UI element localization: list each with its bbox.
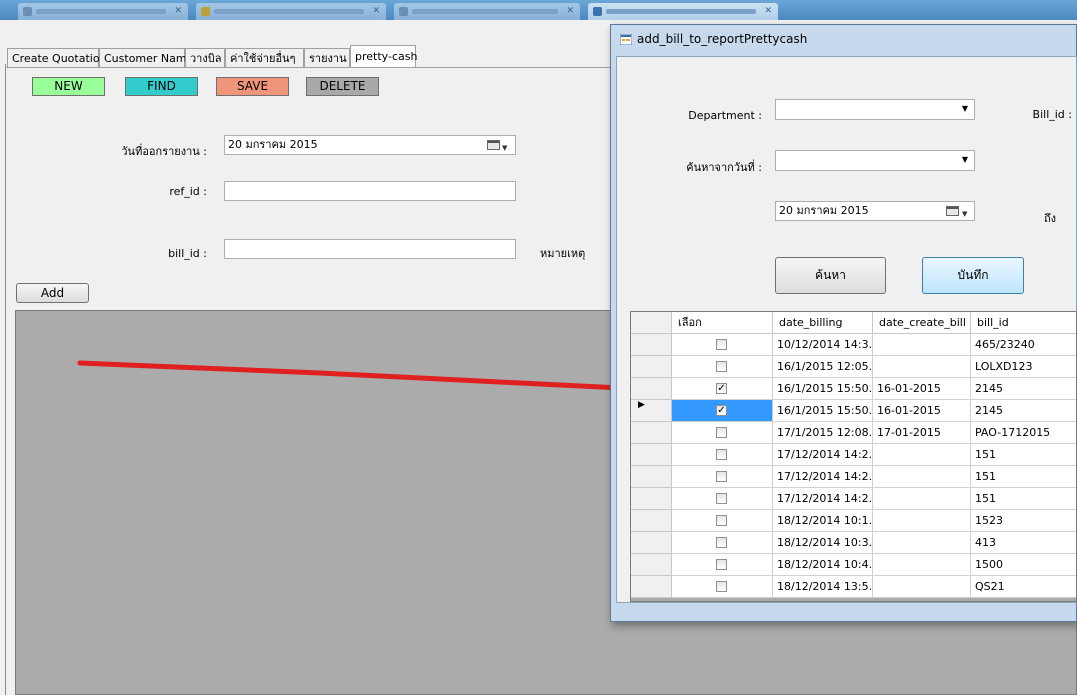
search-button[interactable]: ค้นหา bbox=[775, 257, 886, 294]
row-checkbox[interactable] bbox=[716, 537, 727, 548]
current-row-icon: ▶ bbox=[638, 400, 645, 410]
cell-bill-id[interactable]: 151 bbox=[971, 488, 1076, 510]
column-header-date-billing[interactable]: date_billing bbox=[773, 312, 873, 334]
row-header[interactable] bbox=[631, 510, 672, 532]
dialog-date-picker[interactable]: 20 มกราคม 2015 ▼ bbox=[775, 201, 975, 221]
select-cell[interactable]: ✓ bbox=[672, 378, 773, 400]
cell-date-create-bill[interactable] bbox=[873, 334, 971, 356]
department-label: Department : bbox=[688, 109, 762, 122]
row-header[interactable] bbox=[631, 334, 672, 356]
cell-date-create-bill[interactable] bbox=[873, 576, 971, 598]
cell-bill-id[interactable]: QS21 bbox=[971, 576, 1076, 598]
cell-date-create-bill[interactable] bbox=[873, 488, 971, 510]
cell-date-billing[interactable]: 16/1/2015 15:50... bbox=[773, 400, 873, 422]
cell-date-billing[interactable]: 18/12/2014 10:1... bbox=[773, 510, 873, 532]
column-header-bill-id[interactable]: bill_id bbox=[971, 312, 1076, 334]
select-cell[interactable] bbox=[672, 532, 773, 554]
to-label: ถึง bbox=[1043, 212, 1056, 225]
cell-date-create-bill[interactable] bbox=[873, 466, 971, 488]
row-checkbox[interactable] bbox=[716, 339, 727, 350]
cell-date-create-bill[interactable] bbox=[873, 554, 971, 576]
dialog-bill-id-label: Bill_id : bbox=[1032, 108, 1072, 121]
cell-bill-id[interactable]: 151 bbox=[971, 444, 1076, 466]
cell-date-create-bill[interactable]: 16-01-2015 bbox=[873, 400, 971, 422]
cell-date-create-bill[interactable] bbox=[873, 356, 971, 378]
select-cell[interactable] bbox=[672, 466, 773, 488]
save-bill-button[interactable]: บันทึก bbox=[922, 257, 1024, 294]
search-from-date-select[interactable]: ▼ bbox=[775, 150, 975, 171]
grid-corner bbox=[631, 312, 672, 334]
select-cell[interactable] bbox=[672, 576, 773, 598]
cell-date-create-bill[interactable] bbox=[873, 532, 971, 554]
row-header[interactable] bbox=[631, 576, 672, 598]
column-header-date-create-bill[interactable]: date_create_bill bbox=[873, 312, 971, 334]
window-icon bbox=[620, 34, 632, 45]
cell-date-billing[interactable]: 18/12/2014 13:5... bbox=[773, 576, 873, 598]
cell-date-create-bill[interactable] bbox=[873, 510, 971, 532]
cell-date-billing[interactable]: 17/1/2015 12:08... bbox=[773, 422, 873, 444]
dialog-title: add_bill_to_reportPrettycash bbox=[637, 32, 808, 46]
search-from-date-label: ค้นหาจากวันที่ : bbox=[686, 161, 762, 174]
row-header[interactable]: ▶ bbox=[631, 400, 672, 422]
select-cell[interactable]: ✓ bbox=[672, 400, 773, 422]
cell-date-billing[interactable]: 18/12/2014 10:3... bbox=[773, 532, 873, 554]
select-cell[interactable] bbox=[672, 510, 773, 532]
row-checkbox[interactable]: ✓ bbox=[716, 383, 727, 394]
row-header[interactable] bbox=[631, 422, 672, 444]
select-cell[interactable] bbox=[672, 554, 773, 576]
row-header[interactable] bbox=[631, 466, 672, 488]
select-cell[interactable] bbox=[672, 422, 773, 444]
cell-bill-id[interactable]: 1523 bbox=[971, 510, 1076, 532]
row-header[interactable] bbox=[631, 356, 672, 378]
cell-date-billing[interactable]: 17/12/2014 14:2... bbox=[773, 444, 873, 466]
dialog-date-value: 20 มกราคม 2015 bbox=[779, 204, 869, 217]
cell-date-billing[interactable]: 18/12/2014 10:4... bbox=[773, 554, 873, 576]
select-cell[interactable] bbox=[672, 488, 773, 510]
row-checkbox[interactable] bbox=[716, 361, 727, 372]
chevron-down-icon[interactable]: ▼ bbox=[962, 205, 967, 223]
cell-date-create-bill[interactable]: 17-01-2015 bbox=[873, 422, 971, 444]
cell-date-billing[interactable]: 17/12/2014 14:2... bbox=[773, 488, 873, 510]
cell-bill-id[interactable]: 2145 bbox=[971, 400, 1076, 422]
chevron-down-icon: ▼ bbox=[961, 104, 968, 113]
row-checkbox[interactable] bbox=[716, 471, 727, 482]
cell-date-billing[interactable]: 16/1/2015 15:50... bbox=[773, 378, 873, 400]
calendar-icon[interactable] bbox=[946, 206, 959, 216]
row-checkbox[interactable] bbox=[716, 493, 727, 504]
cell-date-billing[interactable]: 10/12/2014 14:3... bbox=[773, 334, 873, 356]
cell-date-billing[interactable]: 17/12/2014 14:2... bbox=[773, 466, 873, 488]
department-select[interactable]: ▼ bbox=[775, 99, 975, 120]
row-header[interactable] bbox=[631, 488, 672, 510]
row-checkbox[interactable] bbox=[716, 581, 727, 592]
cell-bill-id[interactable]: 465/23240 bbox=[971, 334, 1076, 356]
row-header[interactable] bbox=[631, 554, 672, 576]
cell-date-create-bill[interactable] bbox=[873, 444, 971, 466]
bill-grid[interactable]: เลือก date_billing date_create_bill bill… bbox=[630, 311, 1077, 602]
cell-bill-id[interactable]: 151 bbox=[971, 466, 1076, 488]
row-checkbox[interactable] bbox=[716, 449, 727, 460]
select-cell[interactable] bbox=[672, 356, 773, 378]
cell-bill-id[interactable]: 1500 bbox=[971, 554, 1076, 576]
cell-bill-id[interactable]: 2145 bbox=[971, 378, 1076, 400]
cell-bill-id[interactable]: PAO-1712015 bbox=[971, 422, 1076, 444]
cell-bill-id[interactable]: LOLXD123 bbox=[971, 356, 1076, 378]
row-header[interactable] bbox=[631, 532, 672, 554]
row-checkbox[interactable]: ✓ bbox=[716, 405, 727, 416]
cell-date-billing[interactable]: 16/1/2015 12:05... bbox=[773, 356, 873, 378]
chevron-down-icon: ▼ bbox=[961, 155, 968, 164]
select-cell[interactable] bbox=[672, 444, 773, 466]
column-header-select[interactable]: เลือก bbox=[672, 312, 773, 334]
row-checkbox[interactable] bbox=[716, 515, 727, 526]
cell-bill-id[interactable]: 413 bbox=[971, 532, 1076, 554]
row-header[interactable] bbox=[631, 444, 672, 466]
select-cell[interactable] bbox=[672, 334, 773, 356]
row-header[interactable] bbox=[631, 378, 672, 400]
row-checkbox[interactable] bbox=[716, 427, 727, 438]
cell-date-create-bill[interactable]: 16-01-2015 bbox=[873, 378, 971, 400]
row-checkbox[interactable] bbox=[716, 559, 727, 570]
